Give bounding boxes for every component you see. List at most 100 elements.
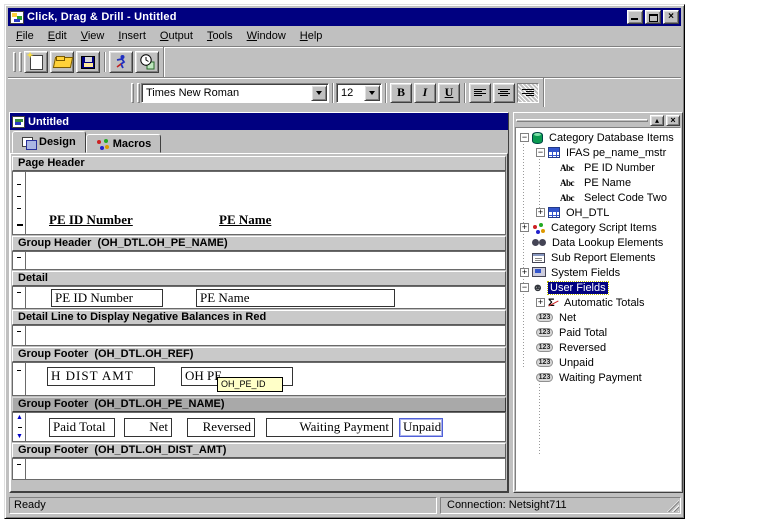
tree-item-ifas-pe-name-mstr[interactable]: IFAS pe_name_mstr: [518, 145, 680, 160]
expand-toggle-icon[interactable]: [536, 298, 545, 307]
tree-item-paid-total[interactable]: Paid Total: [518, 325, 680, 340]
group-footer-ref-row[interactable]: H DIST AMT OH PE OH_PE_ID: [12, 362, 506, 396]
footer-field-waiting-payment[interactable]: Waiting Payment: [266, 418, 393, 437]
detail-field-pe-name[interactable]: PE Name: [196, 289, 395, 307]
tree-item-system-fields[interactable]: System Fields: [518, 265, 680, 280]
menu-help[interactable]: Help: [293, 28, 330, 44]
group-header-row[interactable]: [12, 251, 506, 270]
toolbar-grip[interactable]: [19, 52, 22, 72]
band-negative-detail[interactable]: Detail Line to Display Negative Balances…: [12, 310, 506, 325]
tree-item-net[interactable]: Net: [518, 310, 680, 325]
tree-item-unpaid[interactable]: Unpaid: [518, 355, 680, 370]
toolbar-grip[interactable]: [131, 83, 134, 103]
open-button[interactable]: [50, 51, 74, 73]
menu-output[interactable]: Output: [153, 28, 200, 44]
tree-item-label[interactable]: Category Script Items: [549, 222, 659, 234]
detail-row[interactable]: PE ID Number PE Name: [12, 286, 506, 309]
tree-item-sub-report-elements[interactable]: Sub Report Elements: [518, 250, 680, 265]
tree-item-label[interactable]: Waiting Payment: [557, 372, 644, 384]
expand-toggle-icon[interactable]: [520, 268, 529, 277]
collapse-toggle-icon[interactable]: [536, 148, 545, 157]
font-name-dropdown-button[interactable]: [311, 85, 327, 101]
tree-item-label[interactable]: Automatic Totals: [562, 297, 647, 309]
menu-view[interactable]: View: [74, 28, 112, 44]
band-group-header-pe-name[interactable]: Group Header (OH_DTL.OH_PE_NAME): [12, 236, 506, 251]
menu-window[interactable]: Window: [240, 28, 293, 44]
tree-item-category-database-items[interactable]: Category Database Items: [518, 130, 680, 145]
footer-field-reversed[interactable]: Reversed: [187, 418, 255, 437]
tree-item-waiting-payment[interactable]: Waiting Payment: [518, 370, 680, 385]
menu-insert[interactable]: Insert: [111, 28, 153, 44]
band-page-header[interactable]: Page Header: [12, 156, 506, 171]
tab-macros[interactable]: Macros: [86, 134, 162, 153]
detail-field-pe-id[interactable]: PE ID Number: [51, 289, 163, 307]
schedule-report-button[interactable]: [135, 51, 159, 73]
title-bar[interactable]: Click, Drag & Drill - Untitled ×: [8, 8, 681, 26]
align-center-button[interactable]: [493, 83, 515, 103]
page-header-row[interactable]: PE ID Number PE Name: [12, 171, 506, 235]
tree-item-label-selected[interactable]: User Fields: [548, 282, 608, 294]
tree-item-label[interactable]: Unpaid: [557, 357, 596, 369]
run-report-button[interactable]: [109, 51, 133, 73]
ref-footer-field-dist-amt[interactable]: H DIST AMT: [47, 367, 155, 386]
band-group-footer-ref[interactable]: Group Footer (OH_DTL.OH_REF): [12, 347, 506, 362]
tree-item-category-script-items[interactable]: Category Script Items: [518, 220, 680, 235]
tab-design[interactable]: Design: [12, 131, 86, 153]
footer-field-net[interactable]: Net: [124, 418, 172, 437]
tree-item-automatic-totals[interactable]: Automatic Totals: [518, 295, 680, 310]
tree-item-label[interactable]: Reversed: [557, 342, 608, 354]
tree-item-label[interactable]: Category Database Items: [547, 132, 676, 144]
font-name-combo[interactable]: Times New Roman: [141, 83, 329, 103]
underline-button[interactable]: U: [438, 83, 460, 103]
tree-item-label[interactable]: Net: [557, 312, 578, 324]
group-footer-dist-amt-row[interactable]: [12, 458, 506, 480]
collapse-toggle-icon[interactable]: [520, 283, 529, 292]
tree-item-label[interactable]: PE Name: [582, 177, 633, 189]
tree-item-label[interactable]: Data Lookup Elements: [550, 237, 665, 249]
negative-detail-row[interactable]: [12, 325, 506, 346]
tree-item-label[interactable]: Sub Report Elements: [549, 252, 658, 264]
tree-item-pe-id-number[interactable]: PE ID Number: [518, 160, 680, 175]
close-button[interactable]: ×: [663, 10, 679, 24]
align-right-button[interactable]: [517, 83, 539, 103]
tree-item-label[interactable]: IFAS pe_name_mstr: [564, 147, 668, 159]
page-header-col1-label[interactable]: PE ID Number: [49, 212, 133, 228]
collapse-toggle-icon[interactable]: [520, 133, 529, 142]
tree-item-data-lookup-elements[interactable]: Data Lookup Elements: [518, 235, 680, 250]
save-button[interactable]: [76, 51, 100, 73]
page-header-col2-label[interactable]: PE Name: [219, 212, 271, 228]
tree-item-user-fields[interactable]: User Fields: [518, 280, 680, 295]
menu-tools[interactable]: Tools: [200, 28, 240, 44]
tree-item-label[interactable]: PE ID Number: [582, 162, 657, 174]
band-group-footer-dist-amt[interactable]: Group Footer (OH_DTL.OH_DIST_AMT): [12, 443, 506, 458]
menu-edit[interactable]: Edit: [41, 28, 74, 44]
font-size-combo[interactable]: 12: [336, 83, 382, 103]
expand-toggle-icon[interactable]: [520, 223, 529, 232]
pane-close-button[interactable]: ×: [666, 115, 680, 126]
align-left-button[interactable]: [469, 83, 491, 103]
pane-header[interactable]: ▴ ×: [515, 114, 681, 127]
italic-button[interactable]: I: [414, 83, 436, 103]
expand-toggle-icon[interactable]: [536, 208, 545, 217]
pane-collapse-button[interactable]: ▴: [650, 115, 664, 126]
tree-item-label[interactable]: System Fields: [549, 267, 622, 279]
tree-item-oh-dtl[interactable]: OH_DTL: [518, 205, 680, 220]
footer-field-unpaid-selected[interactable]: Unpaid: [399, 418, 443, 437]
row-resize-handle[interactable]: ▲ ▼: [14, 413, 25, 441]
new-document-button[interactable]: [24, 51, 48, 73]
tree-item-select-code-two[interactable]: Select Code Two: [518, 190, 680, 205]
band-detail[interactable]: Detail: [12, 271, 506, 286]
font-size-dropdown-button[interactable]: [364, 85, 380, 101]
resize-grip[interactable]: [667, 500, 679, 512]
tree-item-label[interactable]: OH_DTL: [564, 207, 611, 219]
pane-grip[interactable]: [516, 119, 648, 122]
bold-button[interactable]: B: [390, 83, 412, 103]
menu-file[interactable]: File: [9, 28, 41, 44]
toolbar-grip[interactable]: [137, 83, 140, 103]
tree-item-reversed[interactable]: Reversed: [518, 340, 680, 355]
footer-field-paid-total[interactable]: Paid Total: [49, 418, 115, 437]
document-title-bar[interactable]: Untitled: [10, 113, 508, 130]
band-group-footer-pe-name[interactable]: Group Footer (OH_DTL.OH_PE_NAME): [12, 397, 506, 412]
toolbar-grip[interactable]: [13, 52, 16, 72]
tree-item-label[interactable]: Paid Total: [557, 327, 609, 339]
